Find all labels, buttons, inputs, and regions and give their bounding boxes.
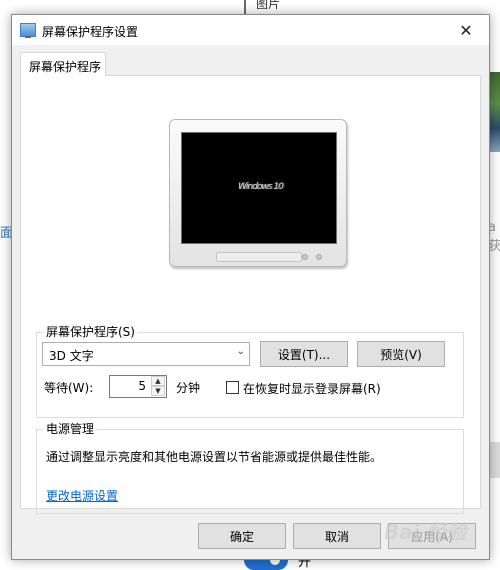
watermark-logo: Bai 经验 (384, 520, 467, 544)
change-power-settings-link[interactable]: 更改电源设置 (46, 487, 118, 504)
dialog-title: 屏幕保护程序设置 (42, 25, 139, 39)
preview-button[interactable]: 预览(V) (357, 341, 445, 367)
monitor-screen: Windows 10 (181, 132, 337, 244)
wait-minutes-value[interactable]: 5 (138, 379, 146, 393)
close-button[interactable]: ✕ (443, 15, 489, 45)
monitor-slot (216, 252, 302, 262)
background-divider (244, 0, 246, 14)
screensaver-group: 屏幕保护程序(S) 3D 文字 ⌄ 设置(T)... 预览(V) 等待(W): … (36, 325, 464, 418)
screensaver-select[interactable]: 3D 文字 ⌄ (42, 342, 250, 366)
screensaver-app-icon (20, 23, 36, 38)
resume-login-label[interactable]: 在恢复时显示登录屏幕(R) (243, 380, 381, 397)
screensaver-settings-dialog: 屏幕保护程序设置 ✕ 屏幕保护程序 Windows 10 屏幕保护程序(S) 3… (11, 14, 490, 560)
close-icon: ✕ (459, 20, 473, 40)
minutes-label: 分钟 (176, 381, 201, 395)
monitor-preview: Windows 10 (169, 119, 347, 267)
tab-screensaver[interactable]: 屏幕保护程序 (20, 52, 106, 76)
title-bar[interactable]: 屏幕保护程序设置 ✕ (12, 15, 489, 45)
wait-minutes-stepper[interactable]: 5 ▲ ▼ (109, 375, 167, 398)
wait-label: 等待(W): (44, 381, 94, 395)
background-top-text: 图片 (256, 0, 281, 11)
ok-button[interactable]: 确定 (198, 523, 286, 549)
monitor-power-button (316, 254, 322, 260)
power-group-title: 电源管理 (43, 422, 98, 436)
settings-button[interactable]: 设置(T)... (260, 341, 348, 367)
resume-login-checkbox[interactable] (226, 381, 239, 394)
screensaver-group-title: 屏幕保护程序(S) (43, 325, 138, 339)
cancel-button[interactable]: 取消 (293, 523, 381, 549)
chevron-down-icon: ⌄ (236, 346, 245, 357)
spin-up-icon[interactable]: ▲ (151, 376, 165, 386)
tab-panel: Windows 10 屏幕保护程序(S) 3D 文字 ⌄ 设置(T)... 预览… (20, 75, 481, 514)
power-management-group: 电源管理 通过调整显示亮度和其他电源设置以节省能源或提供最佳性能。 更改电源设置 (36, 422, 464, 514)
spin-down-icon[interactable]: ▼ (151, 386, 165, 396)
power-description: 通过调整显示亮度和其他电源设置以节省能源或提供最佳性能。 (46, 450, 383, 464)
monitor-power-light (302, 254, 308, 260)
preview-screen-text: Windows 10 (238, 182, 284, 192)
screensaver-select-value: 3D 文字 (49, 349, 94, 363)
